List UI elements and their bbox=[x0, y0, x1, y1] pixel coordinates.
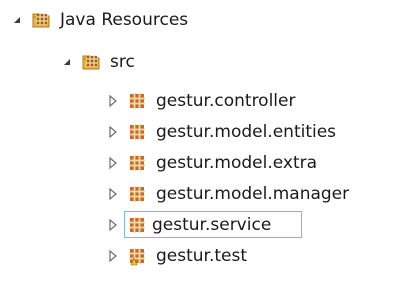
java-resources-folder-icon bbox=[30, 9, 52, 31]
tree-node-label: gestur.model.manager bbox=[156, 184, 350, 204]
tree-node-label: Java Resources bbox=[60, 10, 189, 30]
tree-node-label: src bbox=[110, 52, 135, 72]
package-icon bbox=[126, 214, 148, 236]
tree-node-package[interactable]: gestur.model.extra bbox=[106, 148, 317, 178]
tree-node-label: gestur.controller bbox=[156, 91, 296, 111]
tree-node-package[interactable]: gestur.model.entities bbox=[106, 117, 336, 147]
collapsed-arrow-icon[interactable] bbox=[106, 187, 120, 201]
package-icon bbox=[126, 90, 148, 112]
tree-node-package[interactable]: gestur.test bbox=[106, 241, 247, 271]
tree-node-label: gestur.model.entities bbox=[156, 122, 337, 142]
package-icon bbox=[126, 183, 148, 205]
tree-node-package-selected[interactable]: gestur.service bbox=[106, 210, 271, 240]
source-folder-icon bbox=[80, 51, 102, 73]
collapsed-arrow-icon[interactable] bbox=[106, 156, 120, 170]
collapsed-arrow-icon[interactable] bbox=[106, 218, 120, 232]
expanded-arrow-icon[interactable] bbox=[60, 55, 74, 69]
tree-node-label: gestur.test bbox=[156, 246, 248, 266]
tree-node-java-resources[interactable]: Java Resources bbox=[10, 5, 188, 35]
tree-node-package[interactable]: gestur.controller bbox=[106, 86, 295, 116]
collapsed-arrow-icon[interactable] bbox=[106, 249, 120, 263]
tree-node-src[interactable]: src bbox=[60, 47, 135, 77]
package-icon bbox=[126, 121, 148, 143]
tree-node-package[interactable]: gestur.model.manager bbox=[106, 179, 349, 209]
tree-node-label: gestur.model.extra bbox=[156, 153, 318, 173]
test-package-icon bbox=[126, 245, 148, 267]
expanded-arrow-icon[interactable] bbox=[10, 13, 24, 27]
package-icon bbox=[126, 152, 148, 174]
tree-node-label: gestur.service bbox=[152, 215, 272, 235]
collapsed-arrow-icon[interactable] bbox=[106, 125, 120, 139]
collapsed-arrow-icon[interactable] bbox=[106, 94, 120, 108]
